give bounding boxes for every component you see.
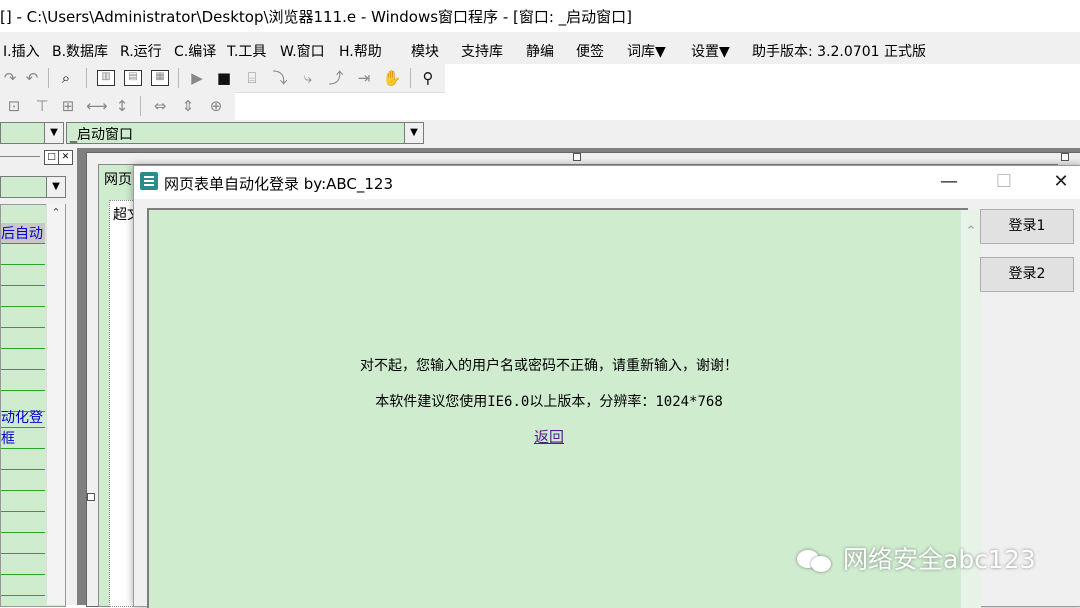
menu-help[interactable]: H.帮助	[339, 41, 382, 61]
menu-window[interactable]: W.窗口	[280, 41, 325, 61]
list-item[interactable]	[1, 449, 45, 470]
menu-module[interactable]: 模块	[411, 41, 439, 61]
run-icon[interactable]: ▶	[187, 68, 207, 88]
chevron-down-icon[interactable]: ▼	[404, 123, 423, 143]
left-panel-combo[interactable]: ▼	[0, 176, 66, 198]
menu-bar: I.插入 B.数据库 R.运行 C.编译 T.工具 W.窗口 H.帮助 模块 支…	[0, 32, 1080, 64]
menu-tools[interactable]: T.工具	[227, 41, 266, 61]
list-item[interactable]	[1, 286, 45, 307]
list-item[interactable]	[1, 265, 45, 286]
step-into-icon[interactable]: ⤵	[270, 68, 290, 88]
app-icon	[140, 172, 158, 190]
watermark-text: 网络安全abc123	[843, 545, 1036, 574]
step-over-icon[interactable]: ⤷	[298, 68, 318, 88]
back-link[interactable]: 返回	[149, 426, 949, 447]
restore-icon[interactable]: □	[44, 150, 59, 165]
menu-insert[interactable]: I.插入	[3, 41, 40, 61]
window-selector-value: _启动窗口	[70, 127, 133, 143]
left-panel-scrollbar[interactable]: ⌃	[46, 204, 65, 605]
form-tab-label: 网页	[104, 172, 132, 188]
redo-icon[interactable]: ↷	[0, 68, 20, 88]
watermark: 网络安全abc123	[797, 540, 1036, 576]
list-item[interactable]: 框	[1, 428, 45, 449]
menu-compile[interactable]: C.编译	[174, 41, 216, 61]
same-height-icon[interactable]: ⇕	[178, 96, 198, 116]
popup-title: 网页表单自动化登录 by:ABC_123	[164, 175, 394, 193]
chevron-down-icon[interactable]: ▼	[46, 177, 65, 197]
list-item[interactable]	[1, 575, 45, 596]
toolbar-main: ↷ ↶ ⌕ ▥ ▤ ▦ ▶ ■ ⌸ ⤵ ⤷ ⤴ ⇥ ✋ ⚲	[0, 64, 445, 93]
toolbar-separator	[140, 96, 141, 116]
list-item[interactable]	[1, 512, 45, 533]
step-out-icon[interactable]: ⤴	[326, 68, 346, 88]
login1-button[interactable]: 登录1	[980, 209, 1074, 244]
helper-version: 助手版本: 3.2.0701 正式版	[752, 44, 926, 60]
binoculars-icon[interactable]: ⚲	[418, 68, 438, 88]
align-center-icon[interactable]: ⊡	[4, 96, 24, 116]
find-icon[interactable]: ⌕	[56, 68, 76, 88]
list-item[interactable]	[1, 244, 45, 265]
toolbar-align: ⊡ ⊤ ⊞ ⟷ ↕ ⇔ ⇕ ⊕	[0, 92, 235, 120]
window-selector-combo[interactable]: _启动窗口 ▼	[66, 122, 424, 144]
ide-title: [] - C:\Users\Administrator\Desktop\浏览器1…	[0, 8, 633, 26]
list-item[interactable]: 后自动	[1, 223, 45, 244]
list-item[interactable]	[1, 328, 45, 349]
toolbar-separator	[86, 68, 87, 88]
object-combo-row: ▼ _启动窗口 ▼	[0, 120, 1080, 148]
list-item[interactable]	[1, 470, 45, 491]
list-item[interactable]	[1, 349, 45, 370]
layout-window-icon[interactable]: ▥	[97, 70, 115, 86]
same-size-icon[interactable]: ⊕	[206, 96, 226, 116]
list-item[interactable]: 动化登	[1, 407, 45, 428]
close-icon[interactable]: ✕	[1048, 170, 1074, 194]
list-item[interactable]	[1, 491, 45, 512]
same-width-icon[interactable]: ⇔	[150, 96, 170, 116]
menu-dictionary[interactable]: 词库▼	[627, 41, 666, 61]
object-combo[interactable]: ▼	[0, 122, 64, 144]
scroll-up-icon[interactable]: ⌃	[961, 224, 981, 244]
space-vertical-icon[interactable]: ↕	[112, 96, 132, 116]
popup-title-bar: 网页表单自动化登录 by:ABC_123 — ☐ ✕	[134, 166, 1080, 199]
space-horizontal-icon[interactable]: ⟷	[86, 96, 108, 116]
undo-icon[interactable]: ↶	[22, 68, 42, 88]
list-item[interactable]	[1, 370, 45, 391]
error-message: 对不起，您输入的用户名或密码不正确，请重新输入，谢谢！	[360, 358, 738, 374]
toolbar-separator	[410, 68, 411, 88]
list-item[interactable]	[1, 554, 45, 575]
resize-handle[interactable]	[573, 153, 581, 161]
layout-grid-icon[interactable]: ▦	[151, 70, 169, 86]
close-icon[interactable]: ✕	[58, 150, 73, 165]
menu-run[interactable]: R.运行	[120, 41, 162, 61]
ide-title-bar: [] - C:\Users\Administrator\Desktop\浏览器1…	[0, 0, 1080, 33]
align-top-icon[interactable]: ⊤	[32, 96, 52, 116]
toolbar-separator	[178, 68, 179, 88]
resize-handle[interactable]	[1061, 153, 1069, 161]
stop-icon[interactable]: ■	[214, 68, 234, 88]
wechat-icon	[797, 548, 835, 574]
align-middle-icon[interactable]: ⊞	[58, 96, 78, 116]
resize-handle[interactable]	[87, 493, 95, 501]
menu-notes[interactable]: 便签	[576, 41, 604, 61]
menu-static-compile[interactable]: 静编	[526, 41, 554, 61]
list-item[interactable]	[1, 307, 45, 328]
toolbar-separator	[48, 68, 49, 88]
run-to-cursor-icon[interactable]: ⇥	[354, 68, 374, 88]
hand-icon[interactable]: ✋	[382, 68, 402, 88]
step-icon[interactable]: ⌸	[242, 68, 262, 88]
scroll-up-icon[interactable]: ⌃	[47, 206, 65, 219]
login2-button[interactable]: 登录2	[980, 257, 1074, 292]
maximize-icon[interactable]: ☐	[991, 170, 1017, 194]
layout-split-icon[interactable]: ▤	[124, 70, 142, 86]
chevron-down-icon[interactable]: ▼	[44, 123, 63, 143]
list-item[interactable]	[1, 533, 45, 554]
menu-settings[interactable]: 设置▼	[691, 41, 730, 61]
minimize-icon[interactable]: —	[936, 170, 962, 194]
menu-support-lib[interactable]: 支持库	[461, 41, 503, 61]
left-panel-header: □ ✕	[0, 150, 77, 167]
menu-database[interactable]: B.数据库	[52, 41, 108, 61]
browser-recommendation: 本软件建议您使用IE6.0以上版本，分辨率：1024*768	[375, 394, 723, 410]
